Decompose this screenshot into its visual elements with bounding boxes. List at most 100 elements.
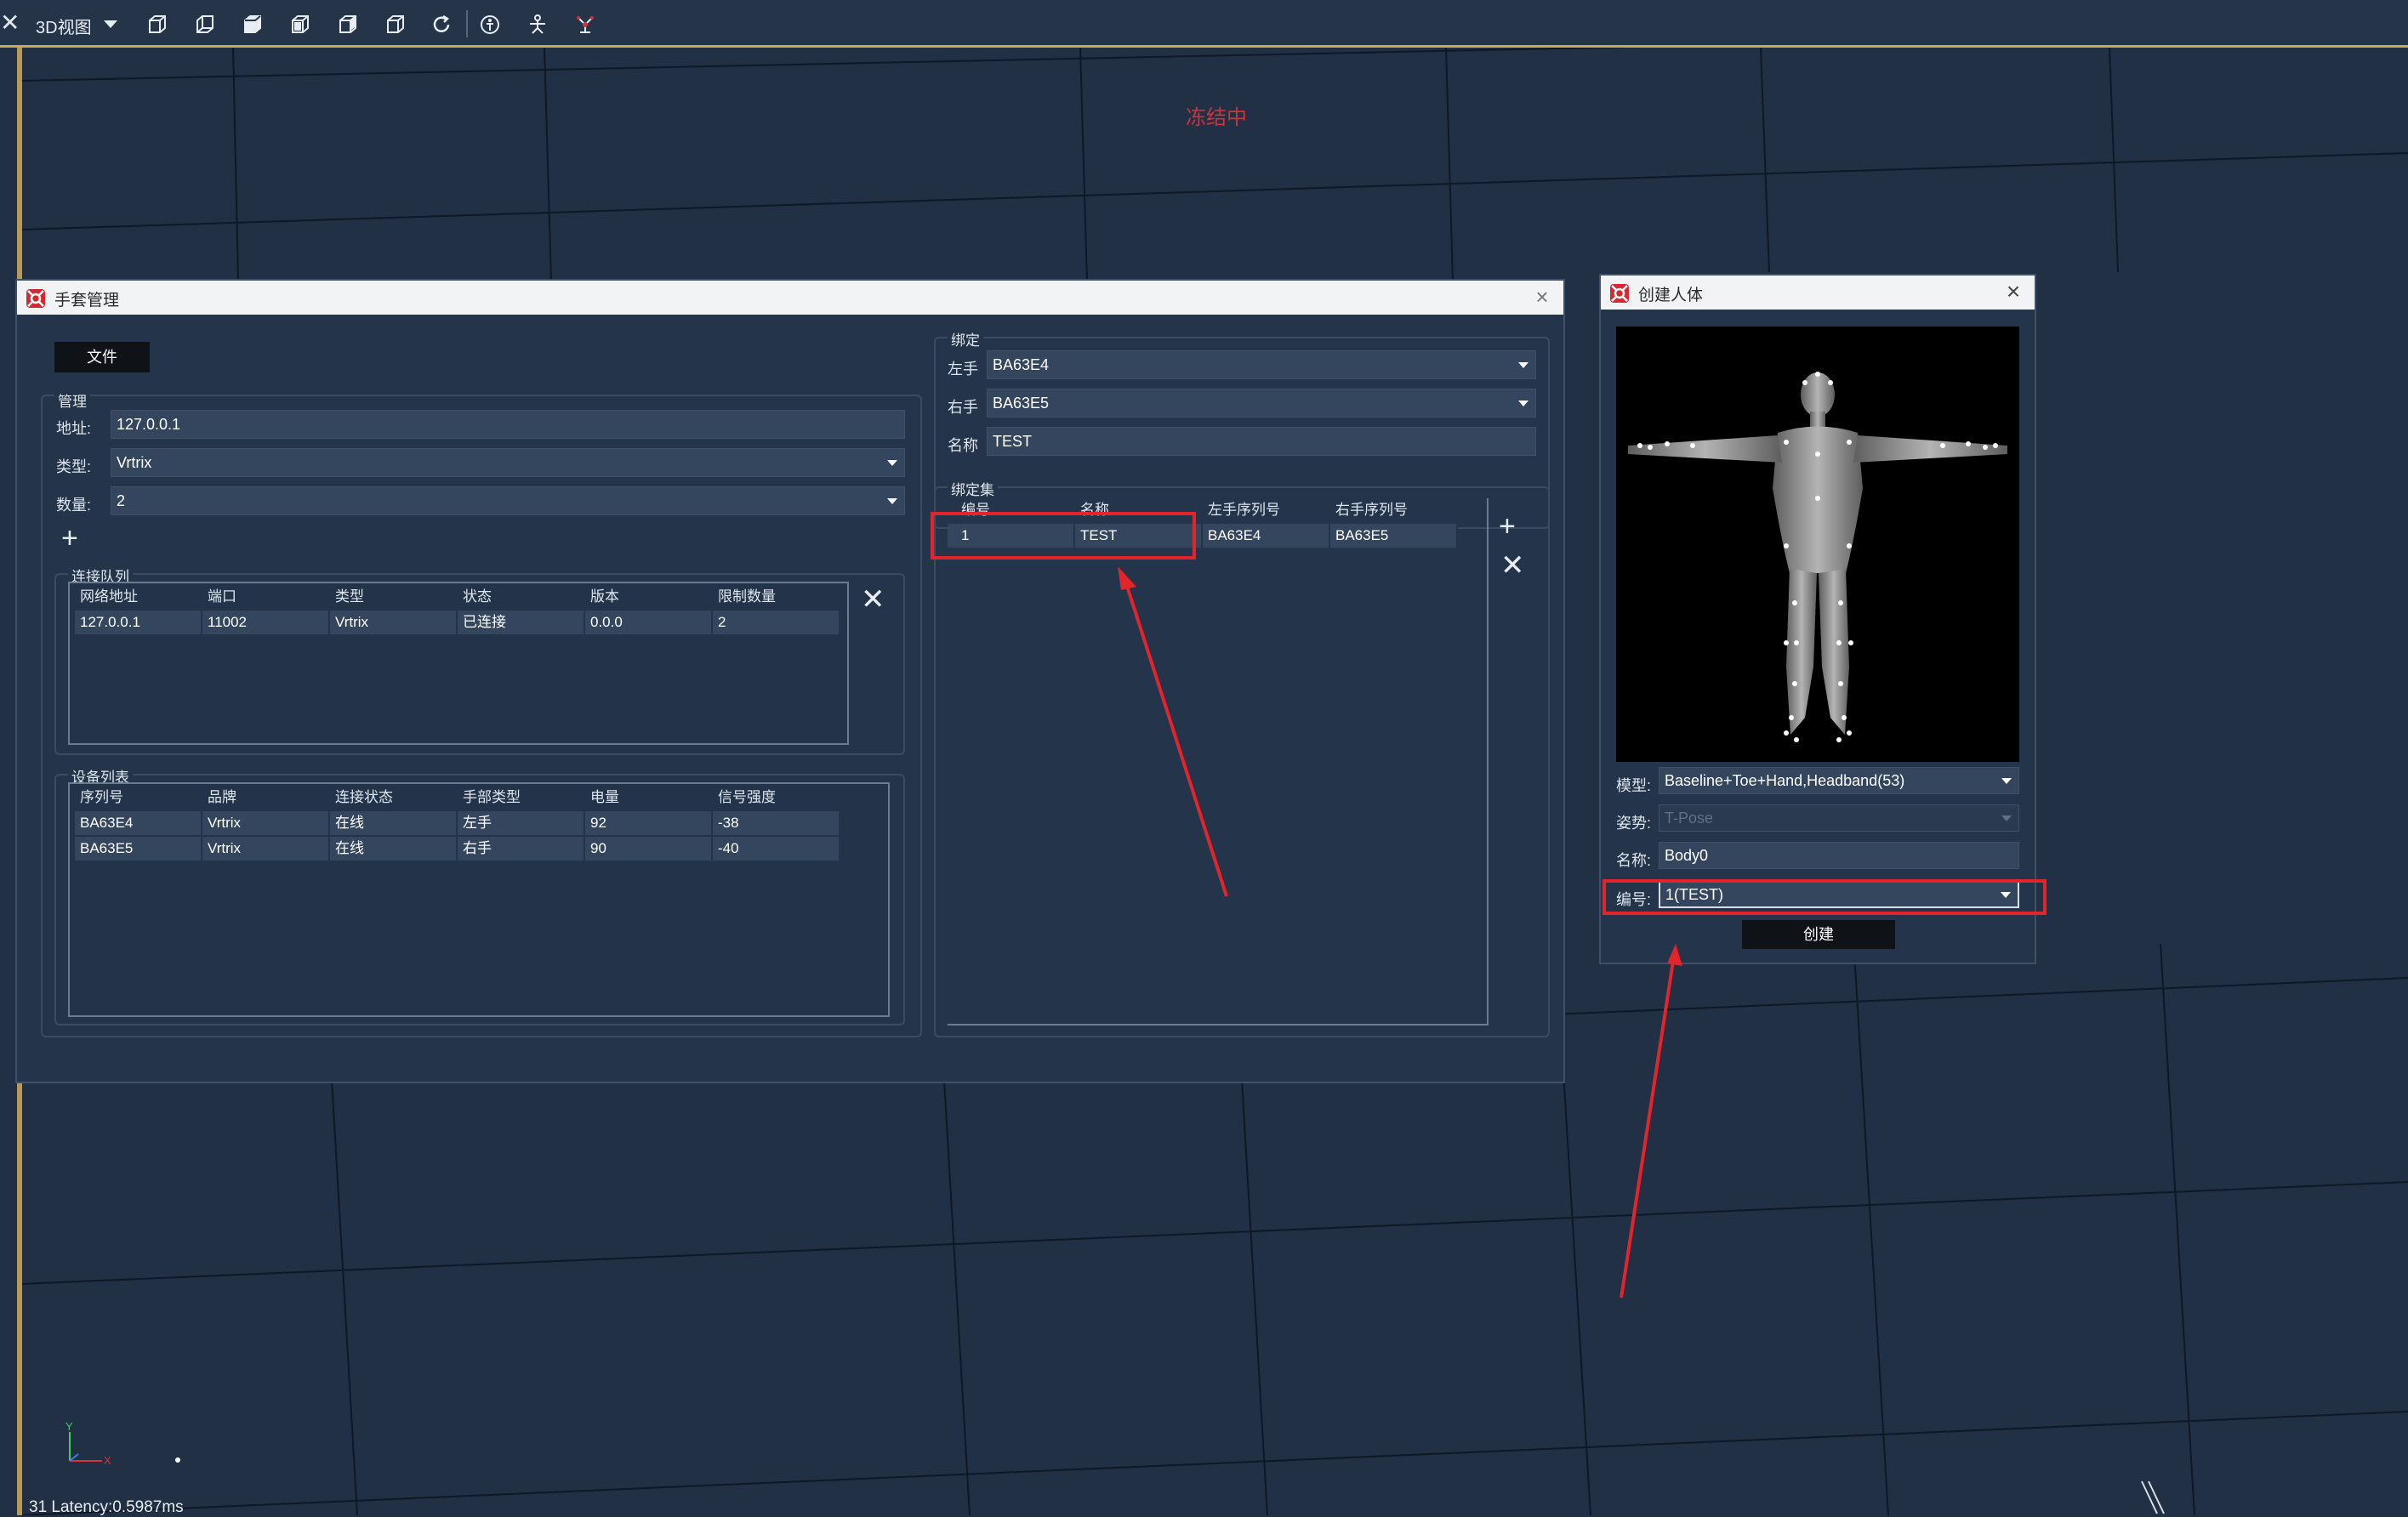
- body-model-preview: [1616, 327, 2019, 762]
- table-header: 序列号: [80, 789, 123, 805]
- right-hand-select[interactable]: BA63E5: [987, 389, 1536, 418]
- table-cell: -40: [713, 837, 840, 861]
- body-dialog-titlebar: 创建人体 ×: [1601, 276, 2035, 310]
- table-cell: BA63E4: [1203, 524, 1330, 548]
- table-header: 状态: [463, 588, 492, 605]
- device-list-table: 序列号 品牌 连接状态 手部类型 电量 信号强度 BA63E4 Vrtrix 在…: [68, 782, 890, 1017]
- body-name-input[interactable]: Body0: [1659, 842, 2019, 869]
- device-header-row: 序列号 品牌 连接状态 手部类型 电量 信号强度: [75, 786, 840, 810]
- count-select-value: 2: [117, 491, 126, 509]
- chevron-down-icon: [887, 460, 897, 466]
- cube-right-icon[interactable]: [383, 12, 408, 37]
- model-select[interactable]: Baseline+Toe+Hand,Headband(53): [1659, 767, 2019, 794]
- cube-bottom-icon[interactable]: [287, 12, 313, 37]
- table-cell: 左手: [458, 811, 585, 835]
- table-header: 电量: [590, 789, 619, 805]
- view-mode-select[interactable]: 3D视图: [36, 14, 92, 38]
- pose-select: T-Pose: [1659, 804, 2019, 832]
- axis-x-label: X: [104, 1454, 111, 1467]
- table-header: 类型: [335, 588, 364, 605]
- left-hand-label: 左手: [948, 361, 978, 378]
- latency-status: 31 Latency:0.5987ms: [29, 1498, 184, 1516]
- table-cell: Vrtrix: [330, 611, 458, 634]
- body-dialog-title: 创建人体: [1638, 287, 1704, 304]
- chevron-down-icon: [2001, 815, 2012, 821]
- table-cell: 92: [585, 811, 713, 835]
- queue-header-row: 网络地址 端口 类型 状态 版本 限制数量: [75, 585, 840, 609]
- table-cell: 在线: [330, 811, 458, 835]
- viewport-artifact: [2141, 1480, 2165, 1514]
- binding-group-label: 绑定: [948, 328, 983, 349]
- chevron-down-icon: [1518, 362, 1528, 368]
- app-logo-icon: [1610, 284, 1629, 303]
- chevron-down-icon[interactable]: [104, 20, 117, 28]
- body-dialog-close-button[interactable]: ×: [1999, 279, 2028, 306]
- chevron-down-icon: [1518, 401, 1528, 406]
- refresh-icon[interactable]: [429, 12, 454, 37]
- binding-set-label: 绑定集: [948, 478, 998, 499]
- manage-group-label: 管理: [54, 389, 90, 411]
- table-header: 网络地址: [80, 588, 138, 605]
- table-row[interactable]: BA63E5 Vrtrix 在线 右手 90 -40: [75, 837, 840, 861]
- table-cell: 右手: [458, 837, 585, 861]
- create-body-dialog: 创建人体 × 模型: Baseline+Toe+Hand,Headband(53…: [1599, 274, 2036, 964]
- skeleton-icon[interactable]: [525, 12, 550, 37]
- remove-connection-icon[interactable]: ✕: [861, 585, 885, 614]
- table-header: 版本: [590, 588, 619, 605]
- freeze-status: 冻结中: [1186, 106, 1247, 129]
- cube-front-icon[interactable]: [145, 12, 170, 37]
- binding-name-input[interactable]: TEST: [987, 427, 1536, 456]
- body-info-icon[interactable]: [477, 12, 503, 37]
- model-label: 模型:: [1616, 777, 1652, 794]
- type-select[interactable]: Vrtrix: [111, 448, 905, 477]
- table-cell: 0.0.0: [585, 611, 713, 634]
- table-row[interactable]: 127.0.0.1 11002 Vrtrix 已连接 0.0.0 2: [75, 611, 840, 634]
- highlight-box: [931, 512, 1196, 560]
- address-label: 地址:: [56, 420, 92, 437]
- type-select-value: Vrtrix: [117, 453, 152, 471]
- create-button[interactable]: 创建: [1742, 920, 1895, 949]
- markers-icon[interactable]: [572, 12, 598, 37]
- table-cell: BA63E5: [1330, 524, 1458, 548]
- table-cell: Vrtrix: [202, 811, 330, 835]
- remove-binding-icon[interactable]: ✕: [1500, 551, 1525, 580]
- glove-dialog-title: 手套管理: [54, 292, 120, 310]
- left-hand-value: BA63E4: [993, 355, 1050, 373]
- table-header: 品牌: [208, 789, 236, 805]
- origin-dot: [175, 1457, 180, 1463]
- table-cell: -38: [713, 811, 840, 835]
- right-hand-label: 右手: [948, 399, 978, 416]
- table-cell: 127.0.0.1: [75, 611, 202, 634]
- cube-top-icon[interactable]: [240, 12, 265, 37]
- model-select-value: Baseline+Toe+Hand,Headband(53): [1665, 771, 1905, 789]
- table-cell: 已连接: [458, 611, 585, 634]
- pose-select-value: T-Pose: [1665, 809, 1714, 827]
- binding-name-label: 名称: [948, 437, 978, 454]
- file-button[interactable]: 文件: [54, 342, 150, 372]
- glove-management-dialog: 手套管理 × 文件 管理 地址: 127.0.0.1 类型: Vrtrix 数量…: [15, 279, 1565, 1083]
- table-row[interactable]: BA63E4 Vrtrix 在线 左手 92 -38: [75, 811, 840, 835]
- toolbar: ✕ 3D视图: [0, 0, 2408, 48]
- add-binding-icon[interactable]: +: [1499, 512, 1516, 541]
- toolbar-separator: [466, 10, 468, 37]
- table-cell: 在线: [330, 837, 458, 861]
- connection-queue-table: 网络地址 端口 类型 状态 版本 限制数量 127.0.0.1 11002 Vr…: [68, 582, 849, 745]
- pose-label: 姿势:: [1616, 815, 1652, 832]
- count-select[interactable]: 2: [111, 486, 905, 515]
- left-hand-select[interactable]: BA63E4: [987, 350, 1536, 379]
- table-header: 信号强度: [718, 789, 776, 805]
- cube-back-icon[interactable]: [192, 12, 218, 37]
- table-cell: Vrtrix: [202, 837, 330, 861]
- table-cell: 2: [713, 611, 840, 634]
- table-cell: BA63E4: [75, 811, 202, 835]
- address-input[interactable]: 127.0.0.1: [111, 410, 905, 439]
- binding-set-table: 编号 名称 左手序列号 右手序列号 1 TEST BA63E4 BA63E5: [948, 498, 1489, 1026]
- chevron-down-icon: [2001, 778, 2012, 784]
- toolbar-close-icon[interactable]: ✕: [0, 10, 20, 36]
- table-header: 右手序列号: [1335, 502, 1408, 518]
- axis-gizmo: Y X: [65, 1420, 111, 1467]
- table-cell: BA63E5: [75, 837, 202, 861]
- glove-dialog-close-button[interactable]: ×: [1528, 284, 1557, 311]
- cube-left-icon[interactable]: [335, 12, 361, 37]
- add-connection-icon[interactable]: +: [61, 524, 78, 553]
